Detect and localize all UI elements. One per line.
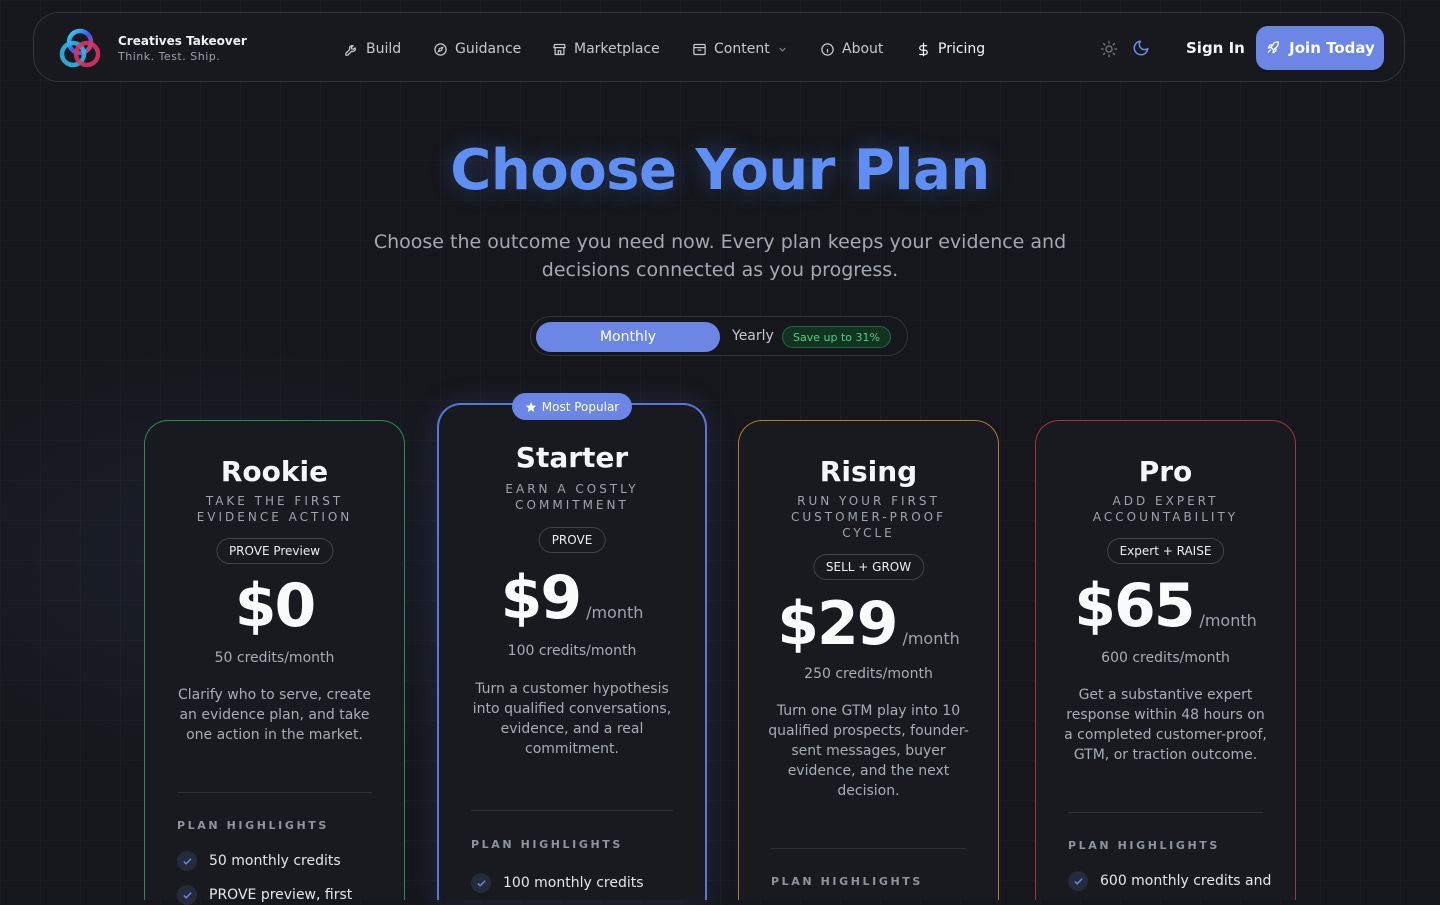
store-icon xyxy=(553,43,566,55)
plan-tagline: TAKE THE FIRST EVIDENCE ACTION xyxy=(196,494,353,524)
plan-price: $9 xyxy=(500,563,582,633)
chevron-down-icon xyxy=(779,47,786,52)
brand-logo-icon[interactable] xyxy=(54,23,106,75)
plan-price: $65 xyxy=(1074,571,1195,641)
plan-price: $29 xyxy=(777,589,898,659)
plan-badge: SELL + GROW xyxy=(812,554,925,580)
plan-badge: PROVE xyxy=(538,527,606,553)
plan-description: Turn a customer hypothesis into qualifie… xyxy=(472,681,672,757)
nav-guidance-label: Guidance xyxy=(455,41,522,57)
plan-name: Rookie xyxy=(220,455,329,488)
divider xyxy=(1068,812,1263,813)
nav-content[interactable]: Content xyxy=(692,39,788,59)
plan-feature: PROVE preview, first xyxy=(177,885,352,905)
plan-highlights-heading: PLAN HIGHLIGHTS xyxy=(471,838,623,851)
billing-yearly-option[interactable]: Yearly xyxy=(732,328,774,344)
most-popular-badge: Most Popular xyxy=(512,393,632,420)
plan-price: $0 xyxy=(234,571,316,641)
plan-tagline: ADD EXPERT ACCOUNTABILITY xyxy=(1092,494,1239,524)
nav-about-label: About xyxy=(842,41,884,57)
plan-feature: 100 monthly credits xyxy=(471,873,644,893)
plan-card-starter: Starter EARN A COSTLY COMMITMENT PROVE $… xyxy=(437,403,707,900)
page-subtitle: Choose the outcome you need now. Every p… xyxy=(373,231,1067,281)
most-popular-label: Most Popular xyxy=(541,399,620,414)
divider xyxy=(771,848,966,849)
dollar-icon xyxy=(919,42,928,56)
compass-icon xyxy=(434,42,447,56)
plan-description: Clarify who to serve, create an evidence… xyxy=(177,687,372,743)
moon-icon[interactable] xyxy=(1132,39,1150,57)
nav-marketplace[interactable]: Marketplace xyxy=(552,39,660,59)
plan-highlights-heading: PLAN HIGHLIGHTS xyxy=(771,875,923,888)
plan-card-rising: Rising RUN YOUR FIRST CUSTOMER-PROOF CYC… xyxy=(738,420,999,900)
sun-icon[interactable] xyxy=(1100,40,1118,58)
check-icon xyxy=(471,873,491,893)
plan-card-rookie: Rookie TAKE THE FIRST EVIDENCE ACTION PR… xyxy=(144,420,405,905)
archive-icon xyxy=(693,43,706,55)
plan-credits: 100 credits/month xyxy=(507,643,637,659)
check-icon xyxy=(1068,871,1088,891)
plan-feature-text: PROVE preview, first xyxy=(209,887,353,903)
plan-price-row: $65 /month xyxy=(1036,571,1295,641)
plan-description: Turn one GTM play into 10 qualified pros… xyxy=(768,703,969,799)
divider xyxy=(177,792,372,793)
join-today-label: Join Today xyxy=(1289,39,1375,57)
check-icon xyxy=(177,885,197,905)
rocket-icon xyxy=(1267,41,1280,54)
plan-tagline: EARN A COSTLY COMMITMENT xyxy=(505,482,639,512)
plan-price-row: $29 /month xyxy=(739,589,998,659)
plan-period: /month xyxy=(1199,611,1257,630)
plan-highlights-heading: PLAN HIGHLIGHTS xyxy=(1068,839,1220,852)
sign-in-link[interactable]: Sign In xyxy=(1186,39,1245,57)
nav-marketplace-label: Marketplace xyxy=(574,41,660,57)
plan-feature-text: 50 monthly credits xyxy=(209,853,341,869)
join-today-button[interactable]: Join Today xyxy=(1256,26,1384,70)
wrench-icon xyxy=(345,44,356,56)
divider xyxy=(471,810,673,811)
plan-highlights-heading: PLAN HIGHLIGHTS xyxy=(177,819,329,832)
plan-price-row: $0 xyxy=(145,571,404,641)
plan-period: /month xyxy=(902,629,960,648)
plan-price-row: $9 /month xyxy=(439,563,705,633)
plan-feature-text: 100 monthly credits xyxy=(503,875,644,891)
info-icon xyxy=(821,42,834,56)
brand-name[interactable]: Creatives Takeover xyxy=(118,34,247,48)
nav-content-label: Content xyxy=(714,41,770,57)
billing-toggle: Monthly Yearly Save up to 31% xyxy=(530,316,908,356)
nav-build-label: Build xyxy=(366,41,402,57)
star-icon xyxy=(525,401,537,412)
plan-credits: 600 credits/month xyxy=(1101,650,1230,666)
check-icon xyxy=(177,851,197,871)
top-nav: Creatives Takeover Think. Test. Ship. Bu… xyxy=(33,12,1405,82)
plan-name: Pro xyxy=(1138,455,1193,488)
plan-period: /month xyxy=(586,603,644,622)
plan-badge: PROVE Preview xyxy=(215,538,334,564)
brand-tagline: Think. Test. Ship. xyxy=(118,50,221,63)
nav-pricing[interactable]: Pricing xyxy=(916,39,985,59)
nav-pricing-label: Pricing xyxy=(938,41,986,57)
plan-name: Rising xyxy=(819,455,918,488)
nav-about[interactable]: About xyxy=(820,39,883,59)
plan-feature: 600 monthly credits and xyxy=(1068,871,1271,891)
plan-credits: 250 credits/month xyxy=(804,666,933,682)
save-badge: Save up to 31% xyxy=(782,326,891,348)
plan-name: Starter xyxy=(515,441,629,474)
plan-credits: 50 credits/month xyxy=(214,650,335,666)
plan-card-pro: Pro ADD EXPERT ACCOUNTABILITY Expert + R… xyxy=(1035,420,1296,900)
billing-monthly-option[interactable]: Monthly xyxy=(536,322,720,352)
plan-feature: 50 monthly credits xyxy=(177,851,341,871)
plan-feature-text: 600 monthly credits and xyxy=(1100,873,1272,889)
plan-tagline: RUN YOUR FIRST CUSTOMER-PROOF CYCLE xyxy=(790,494,947,540)
nav-build[interactable]: Build xyxy=(344,39,401,59)
plan-badge: Expert + RAISE xyxy=(1106,538,1225,564)
plan-description: Get a substantive expert response within… xyxy=(1064,687,1267,763)
page-title: Choose Your Plan xyxy=(450,138,990,203)
nav-guidance[interactable]: Guidance xyxy=(433,39,521,59)
